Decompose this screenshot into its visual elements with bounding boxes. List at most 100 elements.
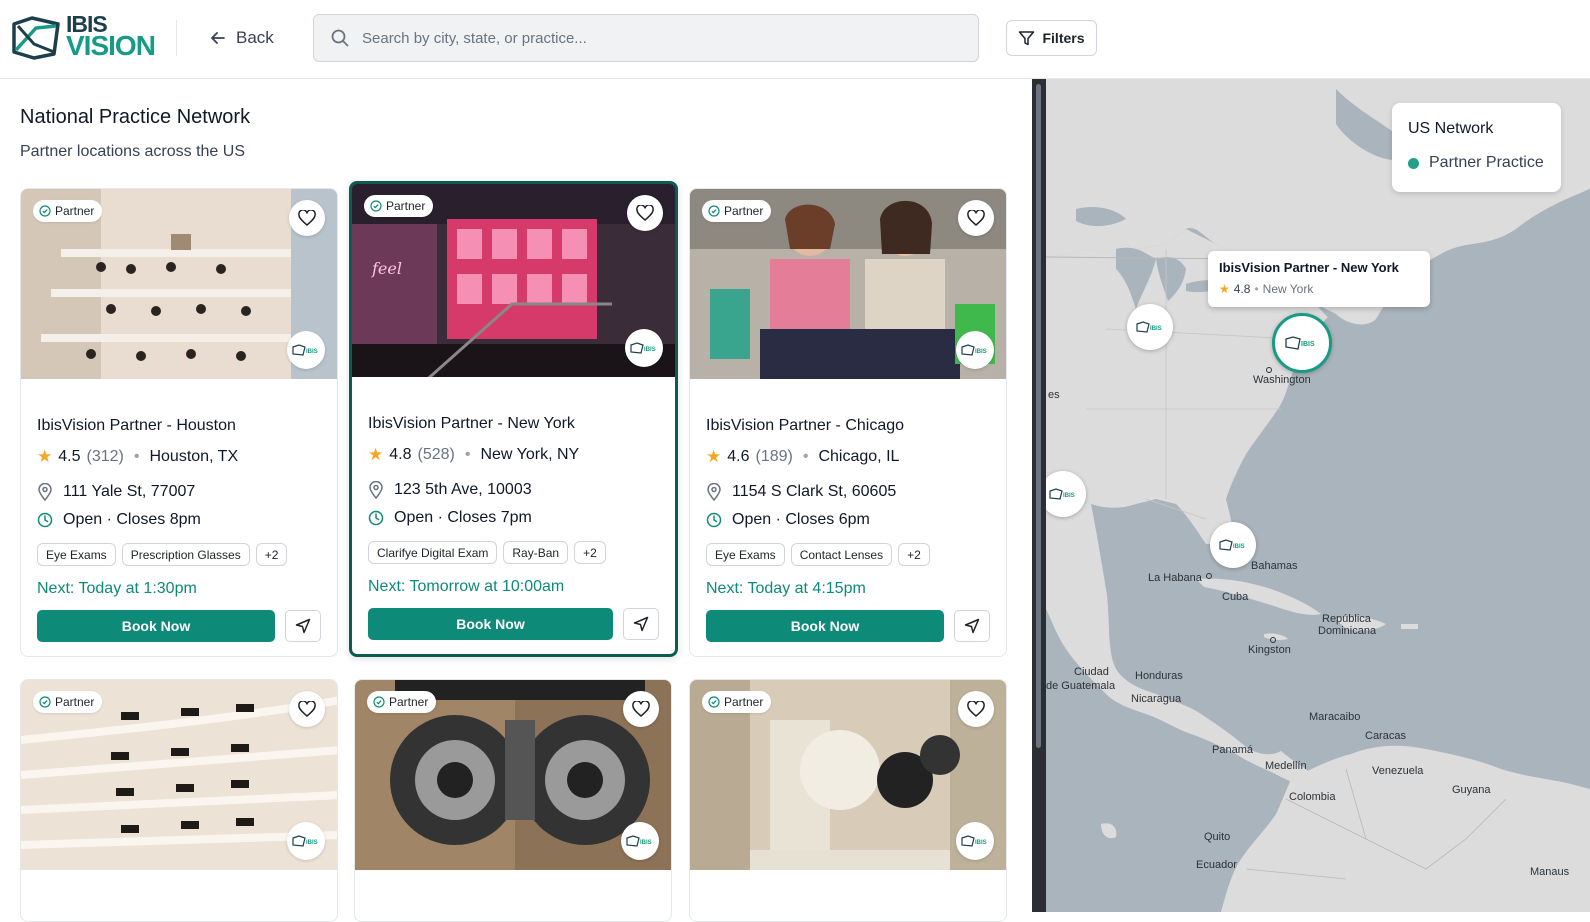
favorite-button[interactable] [289, 691, 325, 727]
search-bar[interactable] [313, 14, 979, 62]
map-label-kingston: Kingston [1248, 644, 1291, 656]
directions-button[interactable] [954, 610, 990, 642]
favorite-button[interactable] [627, 195, 663, 231]
arrow-left-icon [211, 32, 225, 44]
directions-button[interactable] [285, 610, 321, 642]
next-appointment: Next: Today at 1:30pm [37, 580, 197, 597]
svg-text:IBIS: IBIS [306, 349, 318, 355]
map-label-nicaragua: Nicaragua [1131, 693, 1182, 705]
practice-card[interactable]: feel Partner IBIS IbisVision Partner - New … [349, 181, 678, 657]
map-marker-chicago[interactable]: IBIS [1127, 304, 1173, 350]
practice-photo[interactable]: feel Partner IBIS [352, 184, 675, 377]
service-tags: Eye Exams Prescription Glasses +2 [37, 543, 321, 566]
book-now-button[interactable]: Book Now [368, 608, 613, 640]
ibis-logo-icon: IBIS [292, 344, 318, 356]
practice-card[interactable]: Partner IBIS IbisVision Partner - Houston ★… [20, 188, 338, 657]
book-now-button[interactable]: Book Now [37, 610, 275, 642]
heart-icon [967, 210, 985, 226]
back-button[interactable]: Back [208, 22, 274, 54]
ibis-logo-icon: IBIS [961, 344, 987, 356]
partner-badge-label: Partner [386, 199, 426, 213]
check-circle-icon [708, 205, 720, 217]
practice-card[interactable]: Partner IBIS [689, 679, 1007, 922]
rating-value: 4.8 [389, 446, 412, 463]
ibis-logo-icon [12, 16, 60, 60]
practice-card[interactable]: Partner IBIS [20, 679, 338, 922]
ibisvision-logo[interactable]: IBIS VISION [10, 13, 156, 62]
map-view[interactable]: Washington La Habana Cuba Bahamas Repúbl… [1046, 79, 1590, 912]
list-scrollbar[interactable] [1036, 84, 1041, 748]
ibis-logo-icon: IBIS [1219, 539, 1245, 551]
book-now-button[interactable]: Book Now [706, 610, 944, 642]
map-label-ciudad: Ciudad [1074, 666, 1109, 678]
tooltip-title: IbisVision Partner - New York [1219, 260, 1399, 275]
map-legend: US Network Partner Practice [1392, 103, 1561, 192]
navigation-arrow-icon [633, 616, 649, 632]
practice-card[interactable]: Partner IBIS [354, 679, 672, 922]
filters-label: Filters [1042, 30, 1085, 46]
partner-badge-label: Partner [724, 204, 764, 218]
practice-logo: IBIS [625, 329, 663, 367]
service-tag[interactable]: Clarifye Digital Exam [368, 541, 498, 564]
back-label: Back [236, 28, 274, 47]
service-tag[interactable]: Eye Exams [706, 543, 785, 566]
practice-photo[interactable]: Partner IBIS [21, 680, 337, 870]
practice-photo[interactable]: Partner IBIS [355, 680, 671, 870]
favorite-button[interactable] [289, 200, 325, 236]
practice-name[interactable]: IbisVision Partner - Houston [37, 417, 321, 435]
practice-name[interactable]: IbisVision Partner - Chicago [706, 417, 990, 435]
next-appointment: Next: Today at 4:15pm [706, 580, 866, 597]
heart-icon [967, 701, 985, 717]
map-label-guyana: Guyana [1452, 784, 1491, 796]
service-tag[interactable]: Contact Lenses [790, 543, 893, 566]
map-label-manaus: Manaus [1530, 866, 1570, 878]
more-tags[interactable]: +2 [898, 543, 930, 566]
address-row: 123 5th Ave, 10003 [368, 481, 659, 499]
top-bar: IBIS VISION Back Filters [0, 0, 1590, 79]
ibis-logo-icon: IBIS [1136, 321, 1162, 333]
svg-text:IBIS: IBIS [975, 349, 987, 355]
map-label-honduras: Honduras [1135, 670, 1183, 682]
star-icon: ★ [368, 445, 384, 464]
location-pin-icon [707, 483, 721, 501]
favorite-button[interactable] [958, 691, 994, 727]
directions-button[interactable] [623, 608, 659, 640]
map-marker-new-york[interactable]: IBIS [1272, 313, 1332, 373]
more-tags[interactable]: +2 [255, 543, 288, 566]
map-label-edge: es [1048, 389, 1060, 401]
search-input[interactable] [362, 29, 922, 47]
practice-name[interactable]: IbisVision Partner - New York [368, 415, 659, 433]
map-marker-miami[interactable]: IBIS [1210, 522, 1256, 568]
header-divider [176, 20, 177, 56]
service-tags: Eye Exams Contact Lenses +2 [706, 543, 990, 566]
heart-icon [298, 210, 316, 226]
practice-photo[interactable]: Partner IBIS [21, 189, 337, 379]
more-tags[interactable]: +2 [574, 541, 606, 564]
partner-badge-label: Partner [55, 695, 95, 709]
service-tag[interactable]: Prescription Glasses [121, 543, 250, 566]
map-label-republica: República [1322, 613, 1371, 625]
tooltip-location: New York [1262, 282, 1314, 296]
practice-photo[interactable]: Partner IBIS [690, 189, 1006, 379]
service-tag[interactable]: Ray-Ban [503, 541, 569, 564]
map-label-dominicana: Dominicana [1318, 625, 1377, 637]
check-circle-icon [708, 696, 720, 708]
practice-photo[interactable]: Partner IBIS [690, 680, 1006, 870]
favorite-button[interactable] [958, 200, 994, 236]
favorite-button[interactable] [623, 691, 659, 727]
practice-address: 111 Yale St, 77007 [63, 483, 196, 500]
map-label-colombia: Colombia [1289, 791, 1336, 803]
hours-row: Open · Closes 6pm [706, 511, 990, 529]
partner-badge: Partner [702, 200, 772, 222]
star-icon: ★ [37, 447, 53, 466]
practice-logo: IBIS [956, 822, 994, 860]
page-subtitle: Partner locations across the US [20, 143, 245, 160]
practice-city: Chicago, IL [818, 448, 900, 465]
practice-card[interactable]: Partner IBIS IbisVision Partner - Chicago ★… [689, 188, 1007, 657]
filters-button[interactable]: Filters [1006, 20, 1097, 56]
service-tag[interactable]: Eye Exams [37, 543, 116, 566]
practice-hours: Open · Closes 7pm [394, 509, 532, 526]
check-circle-icon [373, 696, 385, 708]
practice-hours: Open · Closes 6pm [732, 511, 870, 528]
ibis-logo-icon: IBIS [626, 835, 652, 847]
